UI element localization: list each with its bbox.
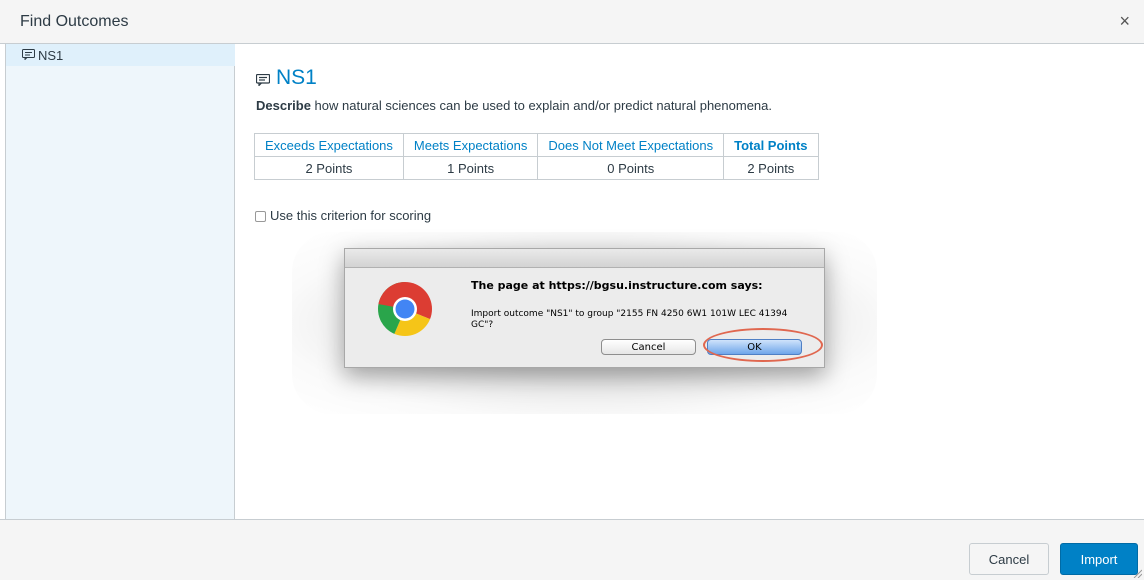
resize-grip-icon[interactable] [1132, 568, 1142, 578]
criterion-label: Use this criterion for scoring [270, 208, 432, 223]
rubric-header-meets: Meets Expectations [402, 133, 539, 157]
outcome-icon [22, 49, 35, 60]
description-bold: Describe [256, 98, 311, 113]
rubric-header-does-not-meet: Does Not Meet Expectations [537, 133, 725, 157]
outcome-description: Describe how natural sciences can be use… [256, 98, 772, 113]
sidebar-item-ns1[interactable]: NS1 [6, 44, 235, 66]
ok-highlight-ring [703, 328, 823, 362]
outcome-sidebar: NS1 [6, 44, 235, 519]
criterion-checkbox[interactable] [255, 211, 266, 222]
rubric-points-total: 2 Points [723, 156, 819, 180]
dialog-heading: The page at https://bgsu.instructure.com… [471, 279, 763, 292]
cancel-button[interactable]: Cancel [969, 543, 1049, 575]
outcome-title: NS1 [276, 66, 317, 89]
close-icon[interactable]: × [1119, 12, 1130, 30]
import-button[interactable]: Import [1060, 543, 1138, 575]
rubric-points-row: 2 Points 1 Points 0 Points 2 Points [254, 156, 819, 180]
rubric-header-row: Exceeds Expectations Meets Expectations … [254, 133, 819, 157]
rubric-table: Exceeds Expectations Meets Expectations … [254, 133, 819, 180]
rubric-points-meets: 1 Points [402, 156, 539, 180]
dialog-cancel-button[interactable]: Cancel [601, 339, 696, 355]
description-text: how natural sciences can be used to expl… [310, 98, 772, 113]
outcome-icon [256, 74, 270, 86]
rubric-header-exceeds: Exceeds Expectations [254, 133, 404, 157]
rubric-points-does-not-meet: 0 Points [537, 156, 725, 180]
rubric-header-total: Total Points [723, 133, 819, 157]
modal-title-bar: Find Outcomes × [0, 0, 1144, 44]
criterion-option: Use this criterion for scoring [255, 208, 431, 223]
sidebar-item-label: NS1 [38, 48, 64, 63]
modal-footer: Cancel Import [0, 519, 1144, 580]
modal-title: Find Outcomes [20, 13, 129, 30]
dialog-title-bar [345, 249, 824, 268]
rubric-points-exceeds: 2 Points [254, 156, 404, 180]
chrome-logo-icon [378, 282, 432, 336]
